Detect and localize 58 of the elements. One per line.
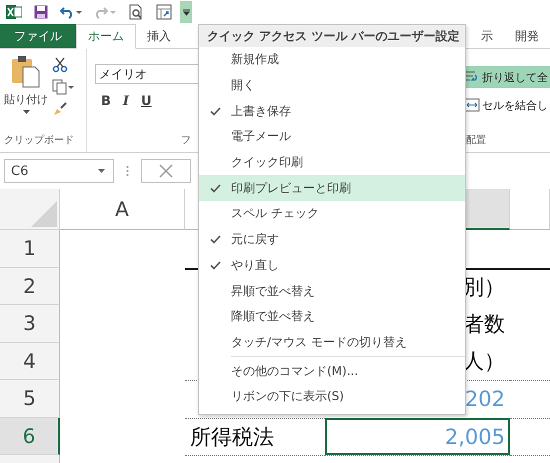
print-preview-icon[interactable] <box>128 4 144 20</box>
menu-item[interactable]: 昇順で並べ替え <box>199 278 465 304</box>
ribbon-tab[interactable]: 挿入 <box>136 24 182 48</box>
group-label: クリップボード <box>3 134 75 148</box>
row-header[interactable]: 2 <box>0 268 60 305</box>
menu-item[interactable]: スペル チェック <box>199 201 465 227</box>
touch-mode-icon[interactable] <box>156 4 172 20</box>
menu-item[interactable]: リボンの下に表示(S) <box>199 384 465 410</box>
format-button[interactable]: U <box>141 94 152 109</box>
save-icon[interactable] <box>34 5 48 19</box>
menu-item[interactable]: 印刷プレビューと印刷 <box>199 175 465 202</box>
paintbrush-icon[interactable] <box>52 101 68 117</box>
name-box[interactable]: C6 <box>4 159 114 183</box>
menu-item[interactable]: その他のコマンド(M)... <box>199 358 465 384</box>
caret-icon <box>22 110 30 114</box>
ribbon-tab[interactable]: ホーム <box>76 24 136 49</box>
group-label: フ <box>181 134 191 148</box>
column-header[interactable]: A <box>60 189 185 230</box>
format-button[interactable]: B <box>101 94 111 109</box>
menu-item[interactable]: 降順で並べ替え <box>199 304 465 330</box>
group-label: 配置 <box>465 134 487 148</box>
table-cell-text: 所得税法 <box>190 424 274 451</box>
menu-item[interactable]: 上書き保存 <box>199 98 465 124</box>
close-icon <box>159 164 173 178</box>
triangle-icon <box>31 201 57 227</box>
row-header[interactable]: 3 <box>0 305 60 342</box>
table-cell: 2,005 <box>444 424 505 449</box>
checkmark-icon <box>210 260 220 270</box>
paste-button[interactable]: 貼り付け <box>4 55 48 117</box>
menu-item[interactable]: タッチ/マウス モードの切り替え <box>199 330 465 356</box>
cancel-button[interactable] <box>141 159 191 183</box>
checkmark-icon <box>210 106 220 116</box>
ribbon-tab[interactable]: ファイル <box>0 24 76 48</box>
row-header[interactable]: 6 <box>0 418 60 455</box>
menu-title: クイック アクセス ツール バーのユーザー設定 <box>199 25 465 47</box>
caret-icon <box>98 169 105 173</box>
excel-logo-icon[interactable] <box>6 4 22 20</box>
caret-icon <box>182 8 190 16</box>
row-header[interactable]: 5 <box>0 380 60 418</box>
clipboard-icon <box>11 55 41 89</box>
copy-icon[interactable] <box>52 79 74 95</box>
scissors-icon[interactable] <box>52 57 68 73</box>
checkmark-icon <box>210 184 220 193</box>
undo-icon[interactable] <box>60 5 82 19</box>
menu-item[interactable]: 電子メール <box>199 124 465 150</box>
customize-toolbar-button[interactable] <box>180 1 192 23</box>
checkmark-icon <box>210 235 220 244</box>
row-header[interactable]: 4 <box>0 342 60 380</box>
menu-item[interactable]: 元に戻す <box>199 226 465 252</box>
menu-item[interactable]: やり直し <box>199 252 465 278</box>
ribbon-tab[interactable]: 開発 <box>504 24 550 48</box>
table-cell: 202 <box>464 387 505 412</box>
grip-icon <box>126 166 129 176</box>
table-cell-text: 者数 <box>463 310 505 338</box>
menu-item[interactable]: クイック印刷 <box>199 150 465 176</box>
ribbon-tab[interactable]: 示 <box>470 24 504 48</box>
row-header[interactable]: 1 <box>0 230 60 268</box>
format-button[interactable]: I <box>122 94 130 109</box>
